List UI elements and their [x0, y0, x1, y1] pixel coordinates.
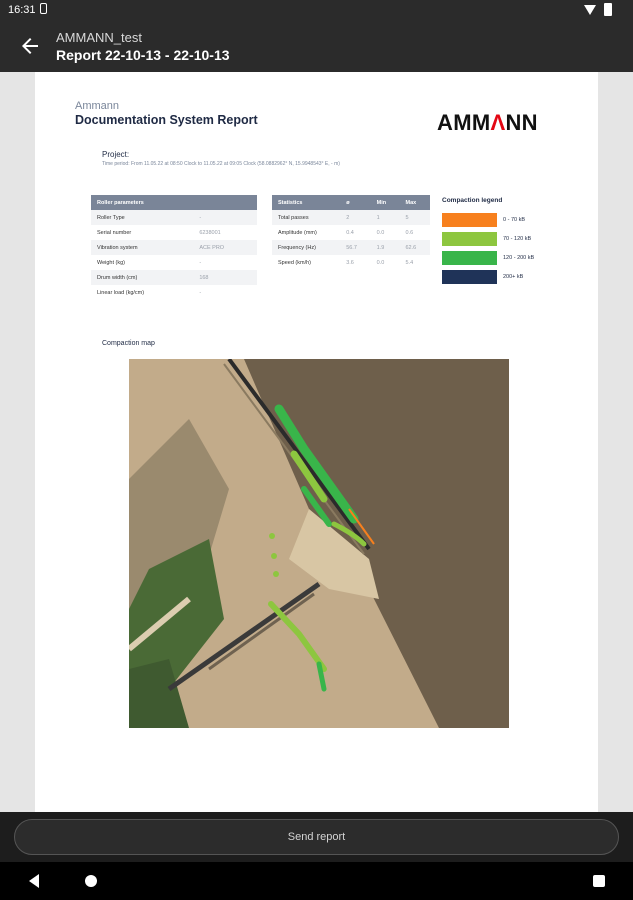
- sim-card-icon: [40, 3, 47, 14]
- compaction-legend: Compaction legend 0 - 70 kB 70 - 120 kB …: [442, 197, 562, 286]
- legend-item: 70 - 120 kB: [442, 229, 562, 248]
- company-name: Ammann: [75, 100, 120, 112]
- report-viewer[interactable]: Ammann Documentation System Report AMMΛN…: [0, 72, 633, 812]
- table-row: Total passes 2 1 5: [272, 210, 430, 225]
- legend-title: Compaction legend: [442, 197, 503, 204]
- legend-item: 200+ kB: [442, 267, 562, 286]
- nav-recent-apps-icon[interactable]: [593, 875, 605, 887]
- project-label: Project:: [102, 150, 130, 159]
- legend-swatch: [442, 269, 497, 284]
- legend-item: 120 - 200 kB: [442, 248, 562, 267]
- table-row: Amplitude (mm) 0.4 0.0 0.6: [278, 229, 414, 236]
- project-period: Time period: From 11.05.22 at 08:50 Cloc…: [102, 161, 340, 167]
- report-page: Ammann Documentation System Report AMMΛN…: [35, 72, 598, 812]
- table-row: Speed (km/h) 3.6 0.0 5.4: [278, 259, 414, 266]
- stats-header-max: Max: [399, 195, 430, 210]
- table-row: Frequency (Hz) 56.7 1.9 62.6: [272, 240, 430, 255]
- stats-header-min: Min: [370, 195, 400, 210]
- table-row: Serial number 6238001: [97, 229, 221, 236]
- bottom-action-bar: Send report: [0, 812, 633, 862]
- legend-item: 0 - 70 kB: [442, 210, 562, 229]
- roller-parameters-table: Roller parameters Roller Type - Serial nu…: [91, 195, 257, 300]
- document-title: Documentation System Report: [75, 113, 258, 127]
- compaction-map-image: [129, 359, 509, 728]
- back-arrow-icon[interactable]: [18, 34, 42, 58]
- table-row: Vibration system ACE PRO: [91, 240, 257, 255]
- legend-swatch: [442, 212, 497, 227]
- nav-back-icon[interactable]: [29, 874, 39, 888]
- table-row: Linear load (kg/cm) -: [97, 289, 202, 296]
- nav-home-icon[interactable]: [85, 875, 97, 887]
- legend-swatch: [442, 231, 497, 246]
- roller-table-header: Roller parameters: [91, 195, 257, 210]
- project-name: AMMANN_test: [56, 30, 142, 45]
- system-navigation-bar: [0, 862, 633, 900]
- battery-icon: [604, 3, 612, 16]
- wifi-icon: [584, 5, 596, 15]
- app-bar: AMMANN_test Report 22-10-13 - 22-10-13: [0, 20, 633, 72]
- legend-swatch: [442, 250, 497, 265]
- table-row: Roller Type -: [91, 210, 257, 225]
- status-time: 16:31: [8, 4, 36, 16]
- statistics-table: Statistics ø Min Max Total passes 2 1 5 Amp…: [272, 195, 430, 270]
- map-label: Compaction map: [102, 340, 155, 347]
- table-row: Drum width (cm) 168: [91, 270, 257, 285]
- table-row: Weight (kg) -: [97, 259, 202, 266]
- send-report-button[interactable]: Send report: [14, 819, 619, 855]
- ammann-logo: AMMΛNN: [437, 110, 538, 135]
- stats-header-label: Statistics: [272, 195, 341, 210]
- report-title: Report 22-10-13 - 22-10-13: [56, 47, 230, 63]
- stats-header-avg: ø: [340, 195, 371, 210]
- status-bar: 16:31: [0, 0, 633, 20]
